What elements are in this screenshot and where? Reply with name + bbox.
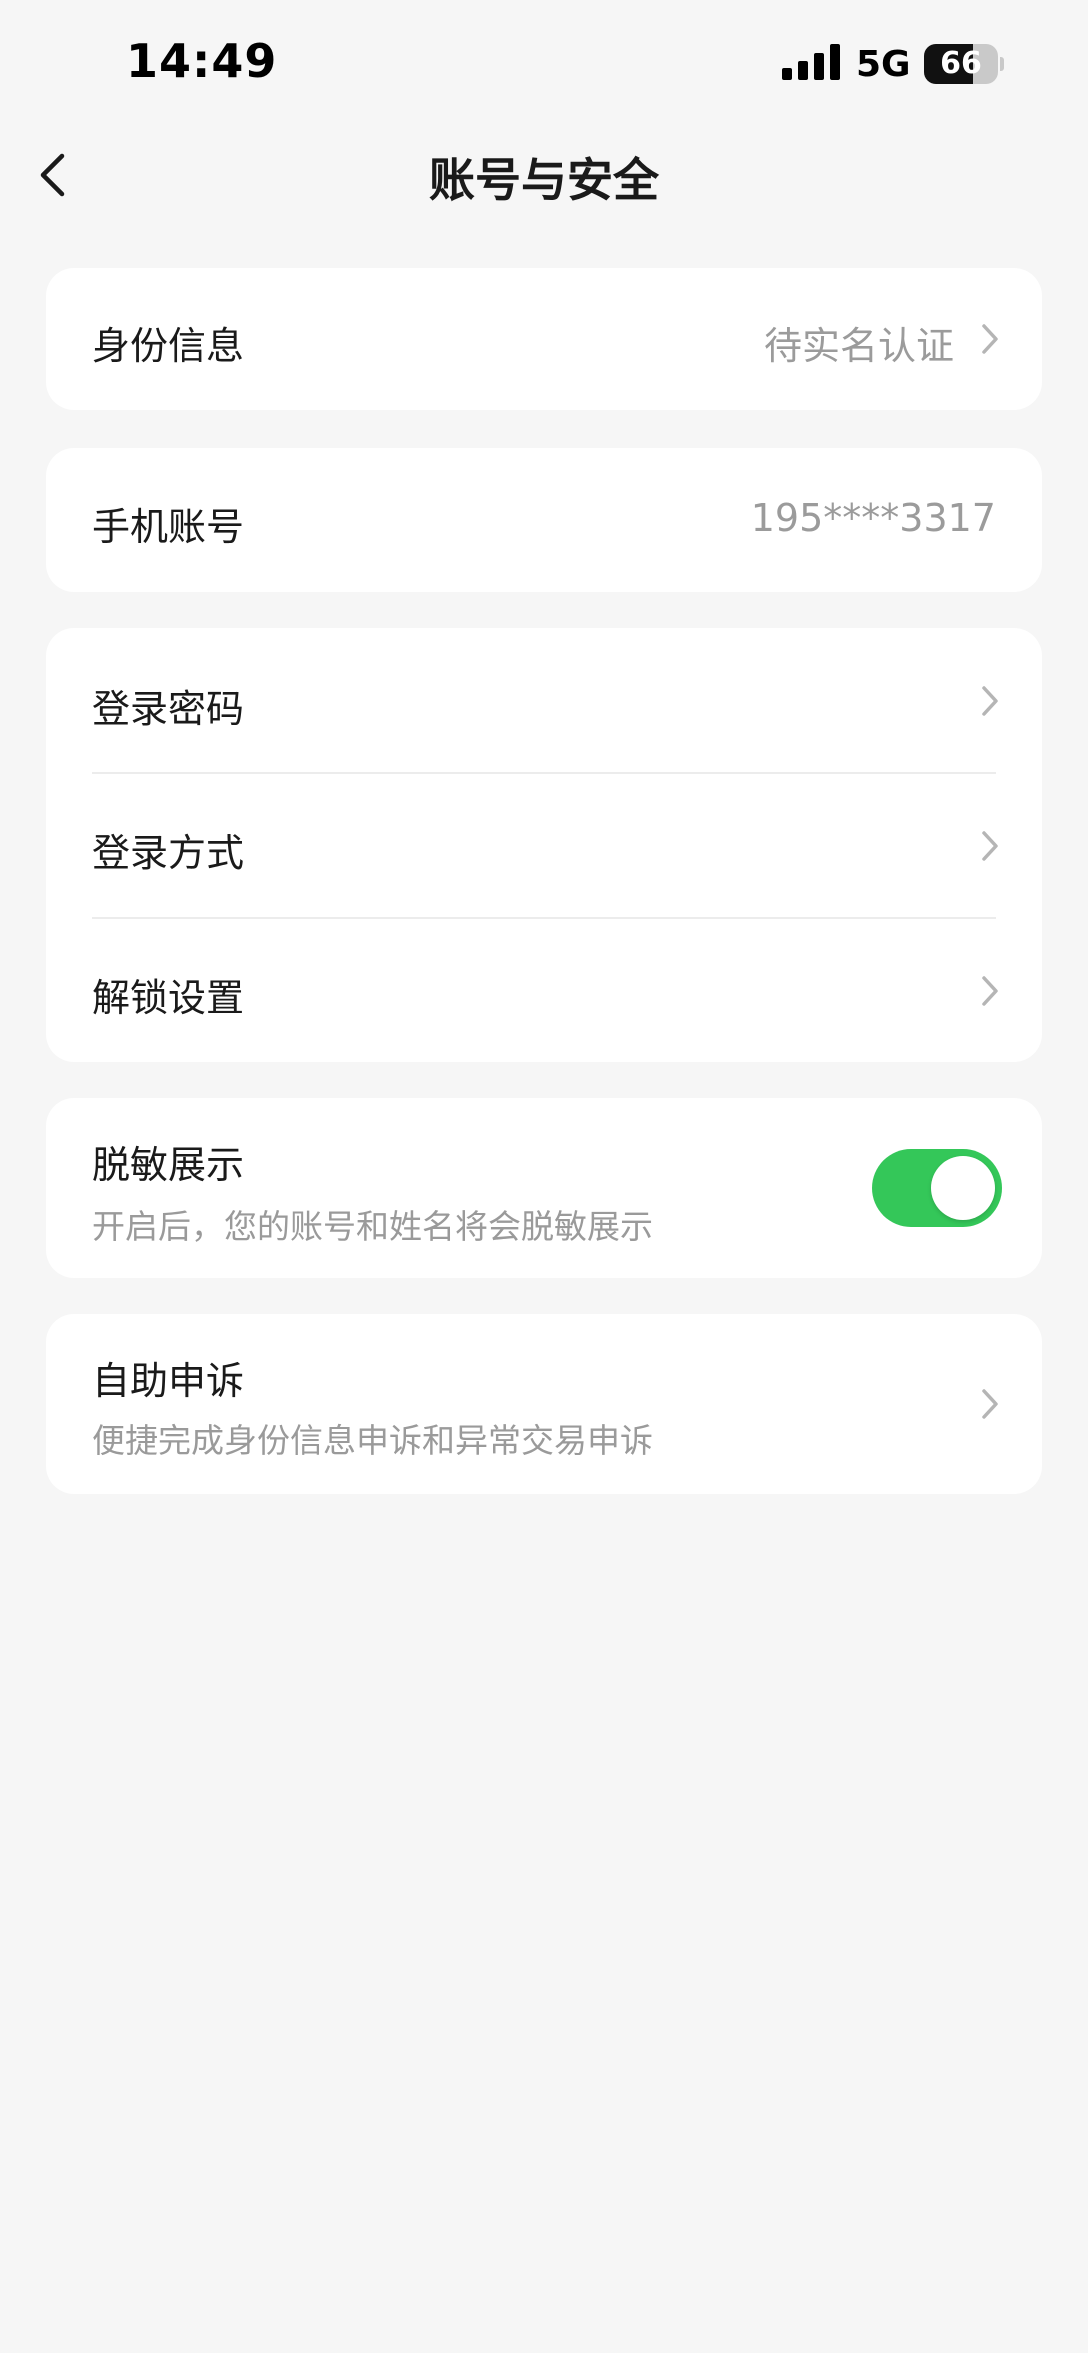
identity-card: 身份信息 待实名认证 [46, 268, 1042, 410]
phone-account-row: 手机账号 195****3317 [46, 448, 1042, 592]
identity-info-value: 待实名认证 [763, 324, 954, 368]
appeal-card: 自助申诉 便捷完成身份信息申诉和异常交易申诉 [46, 1314, 1042, 1494]
unlock-settings-label: 解锁设置 [92, 976, 245, 1020]
chevron-right-icon [982, 324, 998, 354]
chevron-right-icon [982, 686, 998, 716]
identity-info-label: 身份信息 [92, 324, 245, 368]
identity-info-row[interactable]: 身份信息 待实名认证 [46, 268, 1042, 410]
masking-description: 开启后，您的账号和姓名将会脱敏展示 [92, 1207, 653, 1246]
network-type: 5G [856, 44, 911, 85]
login-password-label: 登录密码 [92, 687, 245, 731]
phone-account-label: 手机账号 [92, 505, 245, 549]
self-appeal-label: 自助申诉 [92, 1359, 245, 1403]
self-appeal-description: 便捷完成身份信息申诉和异常交易申诉 [92, 1421, 653, 1460]
toggle-knob [931, 1156, 995, 1220]
chevron-right-icon [982, 831, 998, 861]
battery-percent: 66 [940, 46, 982, 81]
nav-bar: 账号与安全 [0, 130, 1088, 220]
login-settings-card: 登录密码 登录方式 解锁设置 [46, 628, 1042, 1062]
masking-label: 脱敏展示 [92, 1143, 245, 1187]
status-bar: 14:49 5G 66 [0, 0, 1088, 120]
login-method-row[interactable]: 登录方式 [46, 774, 1042, 918]
status-time: 14:49 [126, 34, 278, 88]
battery-icon: 66 [924, 44, 1004, 84]
masking-card: 脱敏展示 开启后，您的账号和姓名将会脱敏展示 [46, 1098, 1042, 1278]
unlock-settings-row[interactable]: 解锁设置 [46, 919, 1042, 1062]
masking-row: 脱敏展示 开启后，您的账号和姓名将会脱敏展示 [46, 1098, 1042, 1278]
login-method-label: 登录方式 [92, 831, 245, 875]
self-appeal-row[interactable]: 自助申诉 便捷完成身份信息申诉和异常交易申诉 [46, 1314, 1042, 1494]
cellular-signal-icon [782, 44, 840, 80]
phone-card: 手机账号 195****3317 [46, 448, 1042, 592]
login-password-row[interactable]: 登录密码 [46, 628, 1042, 773]
page-title: 账号与安全 [429, 153, 659, 207]
chevron-right-icon [982, 976, 998, 1006]
masking-toggle[interactable] [872, 1149, 1002, 1227]
phone-account-value: 195****3317 [750, 496, 996, 540]
chevron-right-icon [982, 1389, 998, 1419]
